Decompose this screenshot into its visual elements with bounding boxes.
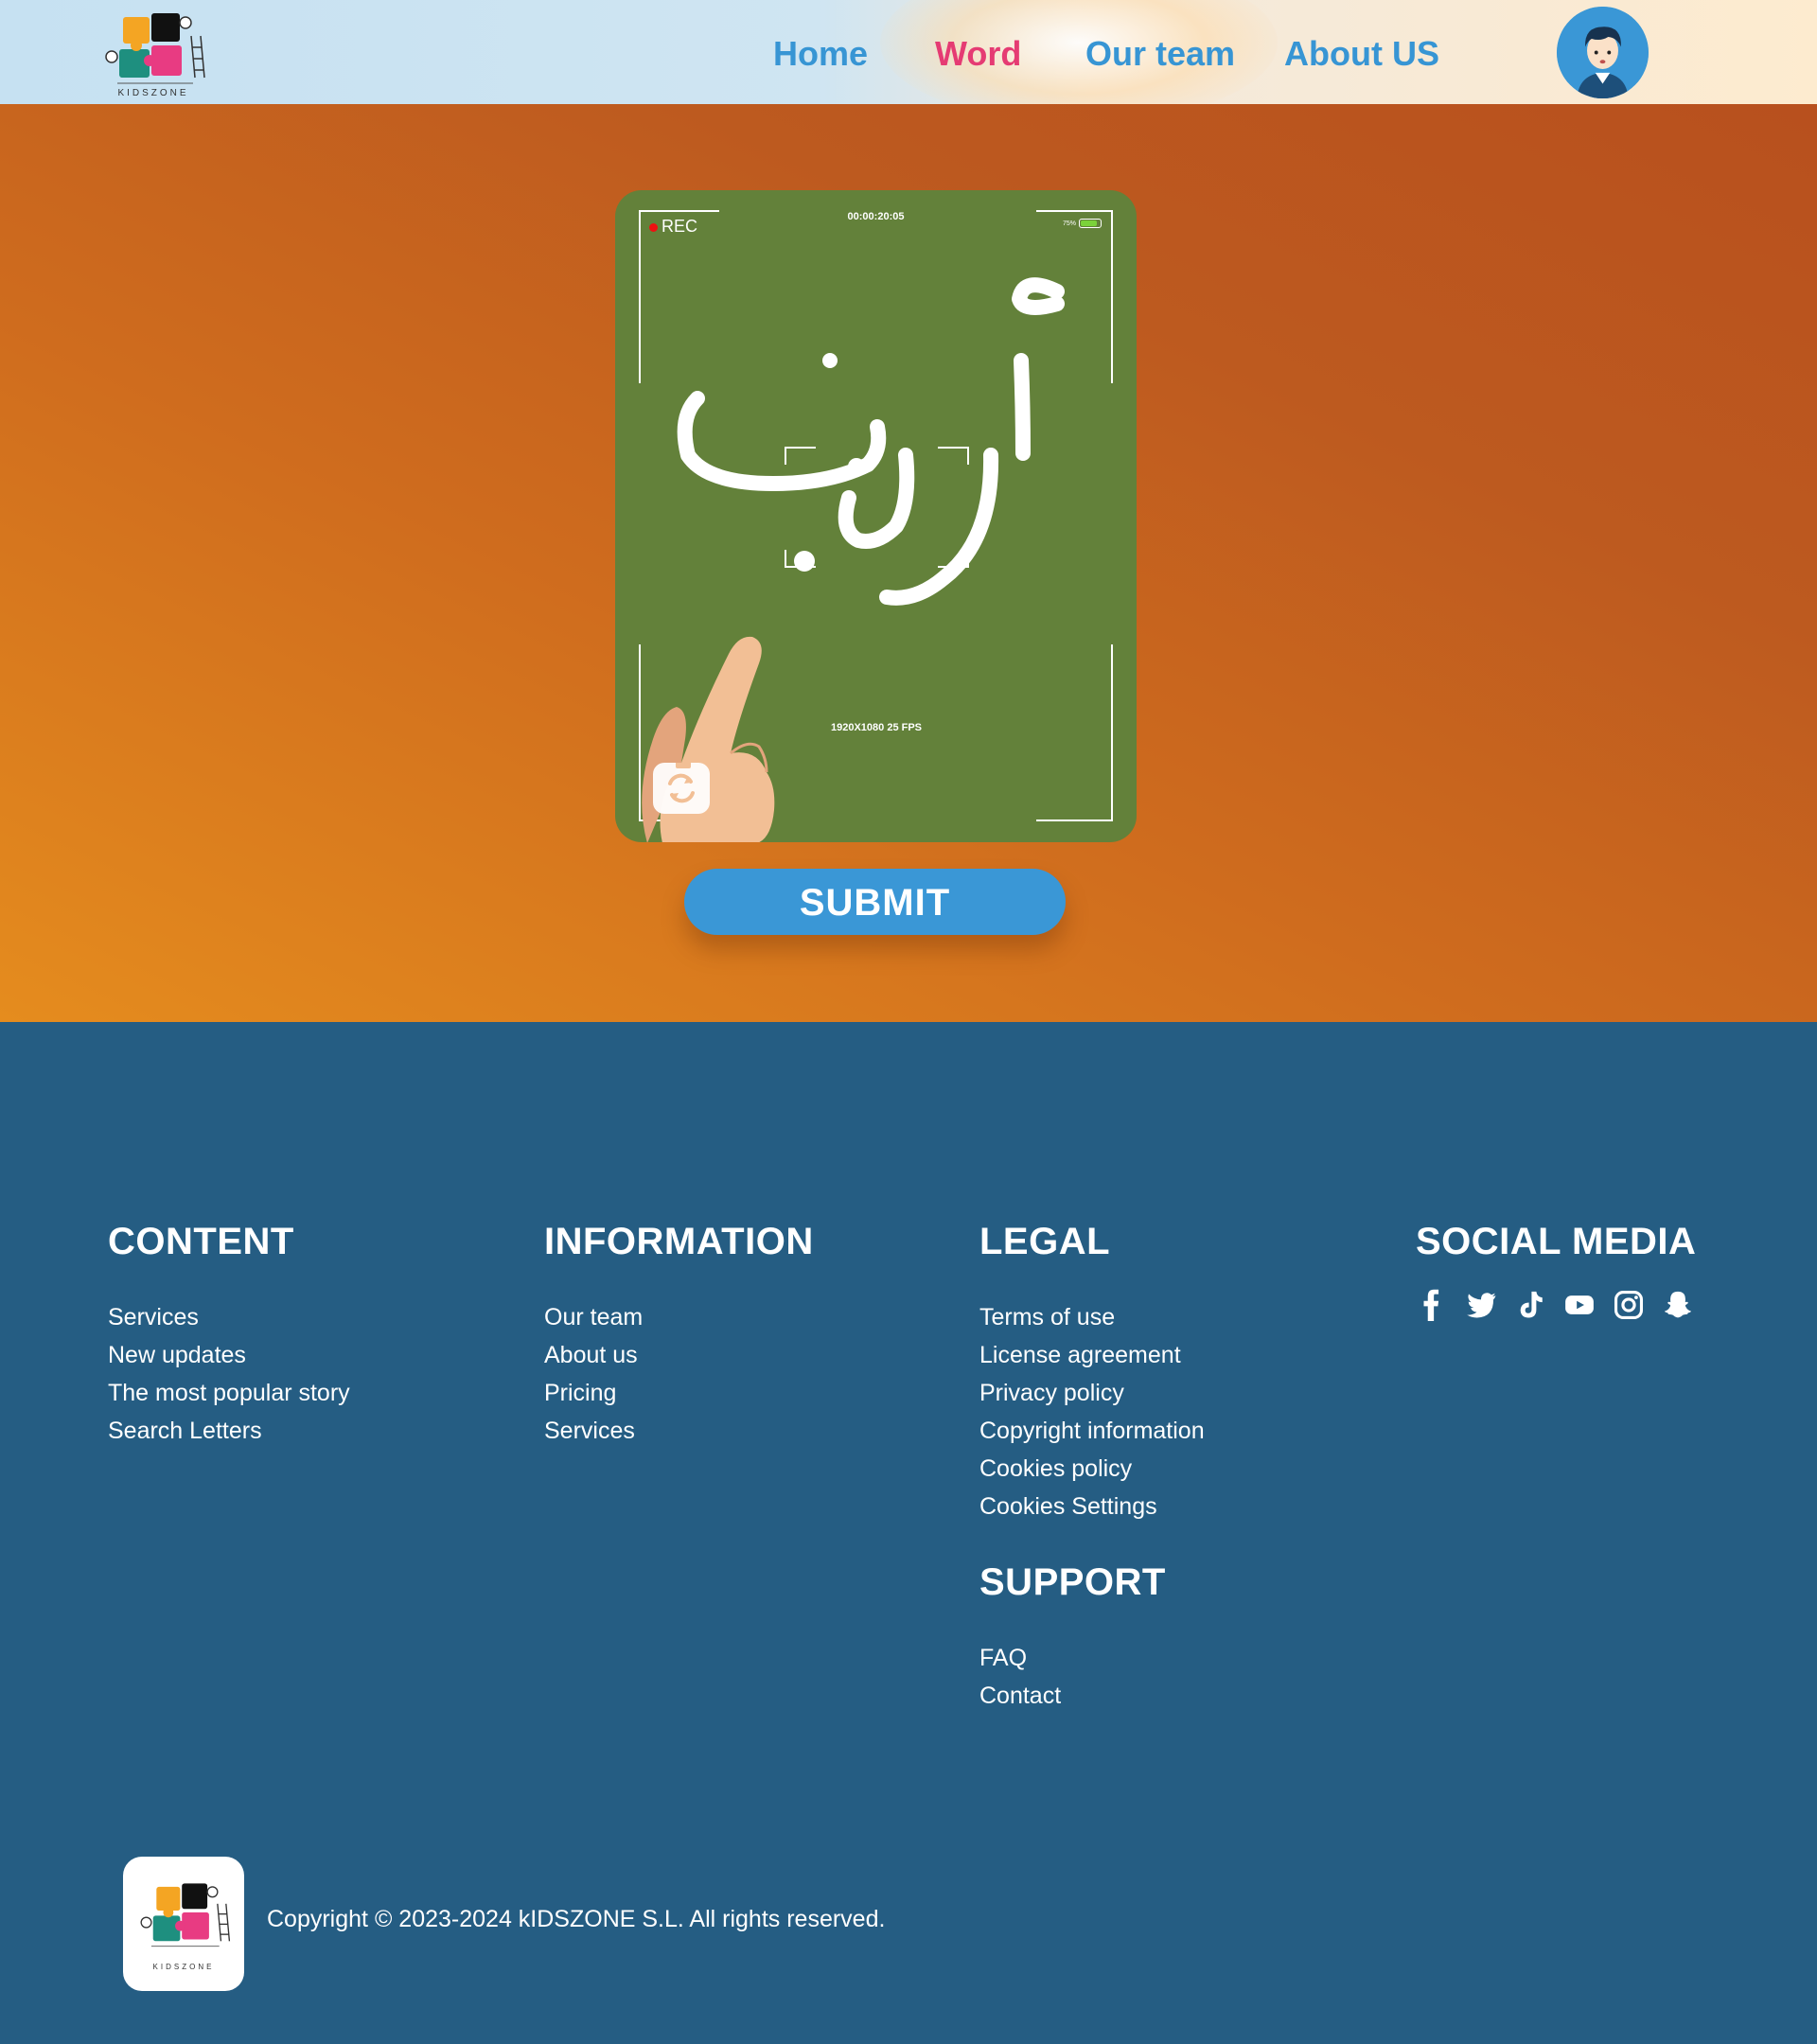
nav-our-team[interactable]: Our team — [1085, 34, 1235, 74]
twitter-icon[interactable] — [1465, 1289, 1497, 1321]
footer-link-faq[interactable]: FAQ — [979, 1639, 1205, 1677]
copyright-text: Copyright © 2023-2024 kIDSZONE S.L. All … — [267, 1906, 886, 1932]
footer-social-heading: SOCIAL MEDIA — [1416, 1221, 1697, 1262]
tiktok-icon[interactable] — [1514, 1289, 1546, 1321]
logo-caption: KIDSZONE — [117, 88, 189, 98]
puzzle-logo-icon — [140, 1883, 231, 1947]
footer-legal-heading: LEGAL — [979, 1221, 1111, 1262]
footer-logo[interactable]: KIDSZONE — [123, 1857, 244, 1991]
footer-legal-column: LEGAL Terms of use License agreement Pri… — [979, 1223, 1205, 1715]
footer-link-services[interactable]: Services — [108, 1298, 350, 1336]
user-avatar[interactable] — [1557, 7, 1649, 98]
footer-link-copyright-info[interactable]: Copyright information — [979, 1412, 1205, 1450]
footer-link-cookies-settings[interactable]: Cookies Settings — [979, 1488, 1205, 1525]
footer-link-privacy[interactable]: Privacy policy — [979, 1374, 1205, 1412]
nav-about-us[interactable]: About US — [1284, 34, 1439, 74]
footer-content-heading: CONTENT — [108, 1221, 294, 1262]
facebook-icon[interactable] — [1416, 1289, 1448, 1321]
footer-link-terms[interactable]: Terms of use — [979, 1298, 1205, 1336]
word-practice-section: REC 00:00:20:05 75% 1920X1080 25 FPS SUB… — [0, 104, 1817, 1022]
footer-information-heading: INFORMATION — [544, 1221, 814, 1262]
nav-word[interactable]: Word — [935, 34, 1021, 74]
footer-link-cookies-policy[interactable]: Cookies policy — [979, 1450, 1205, 1488]
camera-rotate-icon — [668, 761, 695, 803]
recording-timer: 00:00:20:05 — [847, 211, 905, 222]
switch-camera-button[interactable] — [653, 761, 710, 814]
footer-information-column: INFORMATION Our team About us Pricing Se… — [544, 1223, 814, 1450]
footer-link-license[interactable]: License agreement — [979, 1336, 1205, 1374]
social-icons — [1416, 1289, 1696, 1321]
footer-logo-caption: KIDSZONE — [152, 1963, 215, 1971]
battery-fill — [1081, 220, 1097, 226]
resolution-label: 1920X1080 25 FPS — [831, 722, 923, 733]
footer-link-our-team[interactable]: Our team — [544, 1298, 814, 1336]
youtube-icon[interactable] — [1563, 1289, 1596, 1321]
footer-link-search-letters[interactable]: Search Letters — [108, 1412, 350, 1450]
footer-link-pricing[interactable]: Pricing — [544, 1374, 814, 1412]
site-footer: CONTENT Services New updates The most po… — [0, 1022, 1817, 2044]
footer-link-popular-story[interactable]: The most popular story — [108, 1374, 350, 1412]
puzzle-logo-icon — [105, 13, 205, 84]
submit-button[interactable]: SUBMIT — [684, 869, 1066, 935]
kidszone-logo[interactable]: KIDSZONE — [98, 8, 208, 98]
top-navbar: KIDSZONE Home Word Our team About US — [0, 0, 1817, 104]
footer-link-info-services[interactable]: Services — [544, 1412, 814, 1450]
footer-link-about-us[interactable]: About us — [544, 1336, 814, 1374]
record-dot-icon — [649, 222, 658, 232]
footer-support-heading: SUPPORT — [979, 1561, 1166, 1603]
instagram-icon[interactable] — [1613, 1289, 1645, 1321]
battery-icon — [1079, 219, 1102, 228]
footer-social-column: SOCIAL MEDIA — [1416, 1223, 1696, 1321]
footer-link-new-updates[interactable]: New updates — [108, 1336, 350, 1374]
battery-level: 75% — [1063, 220, 1077, 227]
footer-content-column: CONTENT Services New updates The most po… — [108, 1223, 350, 1450]
avatar-icon — [1557, 7, 1649, 98]
snapchat-icon[interactable] — [1662, 1289, 1694, 1321]
camera-drawing-board[interactable]: REC 00:00:20:05 75% 1920X1080 25 FPS — [615, 190, 1137, 842]
nav-home[interactable]: Home — [773, 34, 868, 74]
footer-link-contact[interactable]: Contact — [979, 1677, 1205, 1715]
